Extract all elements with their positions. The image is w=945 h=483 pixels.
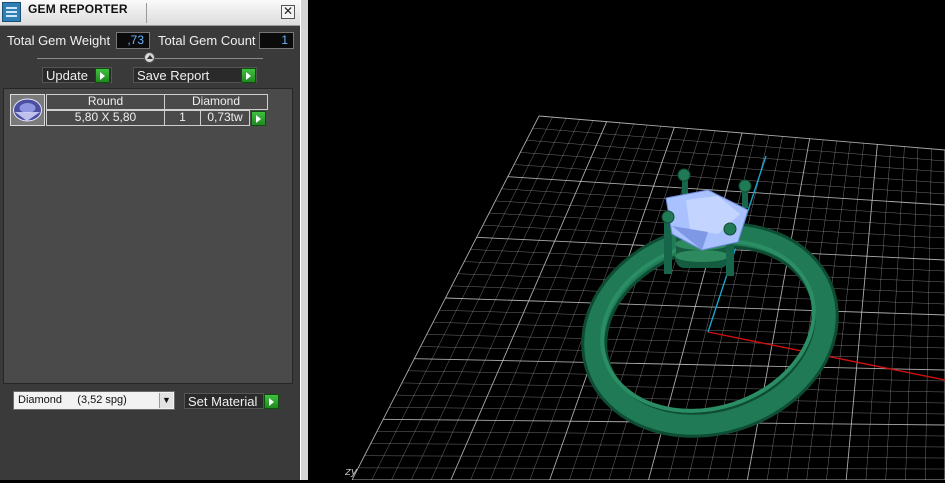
app-icon — [2, 2, 21, 22]
play-arrow-icon[interactable] — [251, 111, 266, 126]
ring-model[interactable] — [569, 169, 850, 454]
horizontal-grid-line — [433, 322, 945, 337]
set-material-button-label: Set Material — [188, 394, 257, 409]
play-arrow-icon[interactable] — [241, 68, 256, 83]
window-title: GEM REPORTER — [28, 2, 128, 16]
save-report-button[interactable]: Save Report — [133, 67, 257, 83]
prong-tip — [739, 180, 751, 192]
total-gem-weight-value: ,73 — [116, 32, 150, 49]
ring-scene — [308, 0, 945, 480]
prong-tip — [678, 169, 690, 181]
vertical-grid-line — [747, 139, 809, 480]
play-arrow-icon[interactable] — [264, 394, 279, 409]
close-icon[interactable]: ✕ — [281, 5, 295, 19]
dropdown-arrow-icon[interactable]: ▼ — [159, 393, 173, 408]
material-select-value: Diamond (3,52 spg) — [18, 394, 127, 406]
gem-shape-header: Round — [46, 94, 165, 110]
panel-splitter[interactable] — [300, 0, 308, 480]
horizontal-grid-line — [421, 347, 945, 359]
gem-size-cell: 5,80 X 5,80 — [46, 110, 165, 126]
horizontal-grid-line — [408, 371, 945, 381]
title-separator — [146, 3, 147, 23]
view-axis-label: zy — [345, 465, 357, 478]
save-report-button-label: Save Report — [137, 68, 209, 83]
gem-count-cell: 1 — [164, 110, 201, 126]
setting-ring-3 — [675, 250, 729, 262]
total-gem-count-value: 1 — [259, 32, 294, 49]
gem-list — [3, 88, 293, 384]
gem-weight-cell: 0,73tw — [200, 110, 250, 126]
gem-reporter-panel: GEM REPORTER ✕ Total Gem Weight ,73 Tota… — [0, 0, 300, 480]
horizontal-grid-line — [396, 395, 945, 403]
slider-knob-icon[interactable] — [144, 52, 155, 63]
horizontal-grid-line — [427, 334, 945, 348]
prong-tip — [724, 223, 736, 235]
update-button-label: Update — [46, 68, 88, 83]
gem-type-header: Diamond — [164, 94, 268, 110]
total-gem-weight-label: Total Gem Weight — [7, 32, 110, 49]
gem-round-icon[interactable] — [10, 94, 45, 126]
set-material-button[interactable]: Set Material — [184, 393, 264, 409]
gem-round-graphic — [11, 95, 44, 125]
material-select[interactable]: Diamond (3,52 spg) ▼ — [13, 391, 175, 410]
3d-viewport[interactable] — [308, 0, 945, 480]
horizontal-grid-line — [402, 383, 945, 392]
play-arrow-icon[interactable] — [95, 68, 110, 83]
title-bar: GEM REPORTER ✕ — [0, 0, 300, 26]
prong-tip — [662, 211, 674, 223]
total-gem-count-label: Total Gem Count — [158, 32, 256, 49]
